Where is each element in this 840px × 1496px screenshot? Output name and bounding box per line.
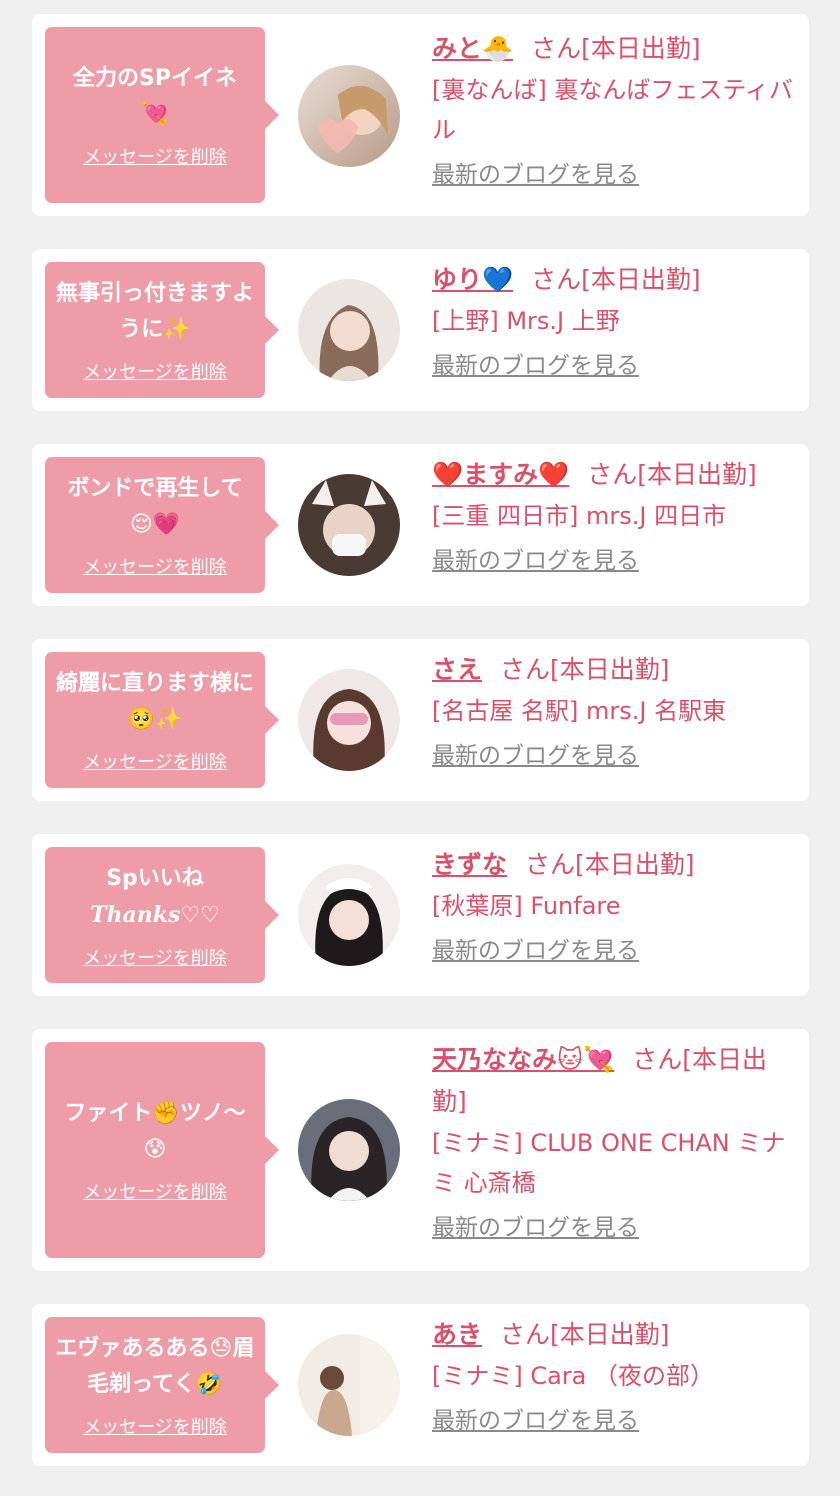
name-line: ❤️ますみ❤️ さん[本日出勤]	[432, 454, 795, 496]
avatar-photo-icon	[298, 474, 400, 576]
message-text: Spいいね Thanks♡♡	[90, 865, 220, 928]
card-info: 天乃ななみ🐱💘 さん[本日出勤] [ミナミ] CLUB ONE CHAN ミナミ …	[432, 1039, 795, 1245]
shop-name: [三重 四日市] mrs.J 四日市	[432, 502, 727, 530]
view-blog-link[interactable]: 最新のブログを見る	[432, 1404, 639, 1438]
name-line: さえ さん[本日出勤]	[432, 649, 795, 691]
message-text: エヴァあるある😓眉毛剃ってく🤣	[55, 1336, 255, 1397]
shop-name: [ミナミ] CLUB ONE CHAN ミナミ 心斎橋	[432, 1129, 786, 1197]
message-bubble: 全力のSPイイネ 💘 メッセージを削除	[45, 27, 279, 203]
name-line: きずな さん[本日出勤]	[432, 844, 795, 886]
card-info: みと🐣 さん[本日出勤] [裏なんば] 裏なんばフェスティバル 最新のブログを見る	[432, 28, 795, 192]
avatar-photo-icon	[298, 1334, 400, 1436]
message-emoji: 🥺✨	[127, 707, 183, 732]
name-line: ゆり💙 さん[本日出勤]	[432, 259, 795, 301]
delete-message-link[interactable]: メッセージを削除	[83, 358, 227, 384]
list-item: エヴァあるある😓眉毛剃ってく🤣 メッセージを削除 あき さん[本日出勤] [ミナミ…	[32, 1304, 809, 1466]
attendance-status: さん[本日出勤]	[525, 850, 695, 879]
view-blog-link[interactable]: 最新のブログを見る	[432, 934, 639, 968]
list-item: Spいいね Thanks♡♡ メッセージを削除 きずな さん[本日出勤] [秋葉原…	[32, 834, 809, 996]
name-emoji: 🐣	[482, 34, 514, 63]
delete-message-link[interactable]: メッセージを削除	[83, 1413, 227, 1439]
avatar[interactable]	[298, 1334, 400, 1436]
message-bubble: ファイト✊ツノ〜 😰 メッセージを削除	[45, 1042, 279, 1258]
message-text: 無事引っ付きますように✨	[55, 281, 254, 342]
name-emoji: 💙	[482, 265, 514, 294]
girl-name-link[interactable]: みと🐣	[432, 34, 513, 63]
girl-name-link[interactable]: さえ	[432, 655, 482, 684]
avatar[interactable]	[298, 279, 400, 381]
message-bubble: 無事引っ付きますように✨ メッセージを削除	[45, 262, 279, 398]
message-bubble: エヴァあるある😓眉毛剃ってく🤣 メッセージを削除	[45, 1317, 279, 1453]
message-bubble: ボンドで再生して 😌💗 メッセージを削除	[45, 457, 279, 593]
delete-message-link[interactable]: メッセージを削除	[83, 748, 227, 774]
card-info: あき さん[本日出勤] [ミナミ] Cara （夜の部） 最新のブログを見る	[432, 1314, 795, 1438]
message-text: 綺麗に直ります様に🥺✨	[55, 671, 254, 732]
girl-name-link[interactable]: きずな	[432, 850, 507, 879]
shop-name: [上野] Mrs.J 上野	[432, 307, 620, 335]
message-emoji: 😌💗	[129, 512, 181, 537]
delete-message-link[interactable]: メッセージを削除	[83, 553, 227, 579]
list-item: ファイト✊ツノ〜 😰 メッセージを削除 天乃ななみ🐱💘 さん[本日出勤] [ミナミ…	[32, 1029, 809, 1271]
avatar[interactable]	[298, 669, 400, 771]
name-line: あき さん[本日出勤]	[432, 1314, 795, 1356]
list-item: 全力のSPイイネ 💘 メッセージを削除 みと🐣 さん[本日出勤] [裏なんば] 裏…	[32, 14, 809, 216]
view-blog-link[interactable]: 最新のブログを見る	[432, 544, 639, 578]
view-blog-link[interactable]: 最新のブログを見る	[432, 349, 639, 383]
attendance-status: さん[本日出勤]	[587, 460, 757, 489]
avatar-photo-icon	[298, 864, 400, 966]
avatar-photo-icon	[298, 669, 400, 771]
avatar-photo-icon	[298, 65, 400, 167]
avatar-photo-icon	[298, 279, 400, 381]
card-info: さえ さん[本日出勤] [名古屋 名駅] mrs.J 名駅東 最新のブログを見る	[432, 649, 795, 773]
avatar[interactable]	[298, 65, 400, 167]
attendance-status: さん[本日出勤]	[500, 655, 670, 684]
message-bubble: 綺麗に直ります様に🥺✨ メッセージを削除	[45, 652, 279, 788]
message-emoji: 😰	[143, 1137, 167, 1162]
shop-name: [名古屋 名駅] mrs.J 名駅東	[432, 697, 727, 725]
list-item: 綺麗に直ります様に🥺✨ メッセージを削除 さえ さん[本日出勤] [名古屋 名駅]…	[32, 639, 809, 801]
card-info: ❤️ますみ❤️ さん[本日出勤] [三重 四日市] mrs.J 四日市 最新のブロ…	[432, 454, 795, 578]
card-info: きずな さん[本日出勤] [秋葉原] Funfare 最新のブログを見る	[432, 844, 795, 968]
attendance-status: さん[本日出勤]	[531, 34, 701, 63]
message-emoji: 🤣	[195, 1372, 223, 1397]
girl-name-link[interactable]: ❤️ますみ❤️	[432, 460, 569, 489]
avatar[interactable]	[298, 864, 400, 966]
attendance-status: さん[本日出勤]	[500, 1320, 670, 1349]
message-emoji: ✨	[163, 317, 191, 342]
view-blog-link[interactable]: 最新のブログを見る	[432, 1211, 639, 1245]
girl-name-link[interactable]: ゆり💙	[432, 265, 513, 294]
attendance-status: さん[本日出勤]	[531, 265, 701, 294]
name-line: 天乃ななみ🐱💘 さん[本日出勤]	[432, 1039, 795, 1123]
message-text: ファイト✊ツノ〜 😰	[64, 1101, 246, 1162]
view-blog-link[interactable]: 最新のブログを見る	[432, 739, 639, 773]
shop-name: [裏なんば] 裏なんばフェスティバル	[432, 76, 793, 144]
list-item: ボンドで再生して 😌💗 メッセージを削除 ❤️ますみ❤️ さん[本日出勤] [三重…	[32, 444, 809, 606]
girl-name-link[interactable]: あき	[432, 1320, 482, 1349]
message-text: 全力のSPイイネ 💘	[73, 66, 237, 127]
shop-name: [秋葉原] Funfare	[432, 892, 621, 920]
avatar[interactable]	[298, 474, 400, 576]
card-info: ゆり💙 さん[本日出勤] [上野] Mrs.J 上野 最新のブログを見る	[432, 259, 795, 383]
delete-message-link[interactable]: メッセージを削除	[83, 143, 227, 169]
delete-message-link[interactable]: メッセージを削除	[83, 1178, 227, 1204]
message-list: 全力のSPイイネ 💘 メッセージを削除 みと🐣 さん[本日出勤] [裏なんば] 裏…	[0, 0, 840, 1496]
message-emoji: Thanks♡♡	[90, 901, 220, 928]
view-blog-link[interactable]: 最新のブログを見る	[432, 158, 639, 192]
message-text: ボンドで再生して 😌💗	[67, 476, 243, 537]
list-item: 無事引っ付きますように✨ メッセージを削除 ゆり💙 さん[本日出勤] [上野] M…	[32, 249, 809, 411]
name-line: みと🐣 さん[本日出勤]	[432, 28, 795, 70]
message-emoji: 💘	[141, 102, 169, 127]
delete-message-link[interactable]: メッセージを削除	[83, 944, 227, 970]
girl-name-link[interactable]: 天乃ななみ🐱💘	[432, 1045, 614, 1074]
message-bubble: Spいいね Thanks♡♡ メッセージを削除	[45, 847, 279, 983]
avatar-photo-icon	[298, 1099, 400, 1201]
shop-name: [ミナミ] Cara （夜の部）	[432, 1362, 715, 1390]
name-emoji: 🐱💘	[557, 1045, 615, 1074]
avatar[interactable]	[298, 1099, 400, 1201]
